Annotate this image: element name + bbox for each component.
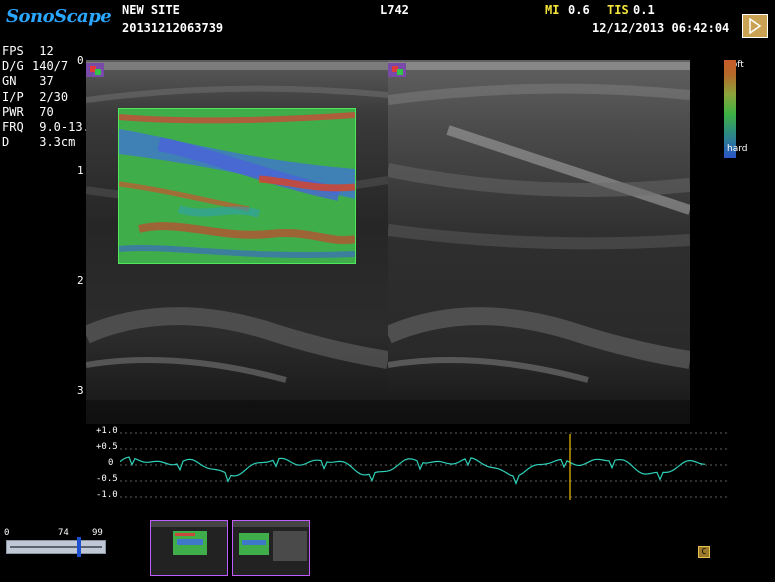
slider-max-label: 99 — [92, 528, 103, 538]
play-right-icon[interactable] — [742, 14, 768, 38]
param-value: 12 — [32, 44, 54, 58]
param-key: D/G — [2, 59, 24, 74]
param-row-ip: I/P 2/30 — [2, 90, 97, 105]
thumbnail-1[interactable] — [150, 520, 228, 576]
brand-logo: SonoScape — [6, 6, 112, 27]
param-value: 70 — [32, 104, 54, 119]
cine-slider-handle[interactable] — [76, 537, 81, 557]
cine-slider-track[interactable] — [6, 540, 106, 554]
param-value: 140/7 — [32, 59, 69, 74]
probe-orientation-icon — [388, 62, 406, 77]
slider-min-label: 0 — [4, 528, 10, 538]
graph-y-label: +0.5 — [96, 442, 118, 452]
depth-label-0: 0 — [77, 54, 84, 67]
probe-name: L742 — [380, 3, 409, 17]
cine-slider-rail — [10, 546, 102, 548]
depth-label-3: 3 — [77, 384, 84, 397]
elastography-roi-box[interactable] — [118, 108, 356, 264]
param-key: FPS — [2, 44, 24, 58]
bmode-pane[interactable] — [388, 60, 690, 424]
tis-label: TIS — [607, 3, 629, 17]
graph-y-label: 0 — [108, 458, 114, 468]
param-key: PWR — [2, 104, 24, 119]
site-name: NEW SITE — [122, 3, 180, 17]
graph-y-label: -1.0 — [96, 490, 118, 500]
param-value: 37 — [32, 74, 54, 89]
param-value: 2/30 — [32, 89, 69, 104]
graph-y-label: -0.5 — [96, 474, 118, 484]
strain-graph — [119, 428, 730, 500]
header-bar: SonoScape NEW SITE 20131212063739 L742 M… — [0, 0, 775, 38]
depth-label-2: 2 — [77, 274, 84, 287]
param-key: GN — [2, 74, 17, 89]
mi-value: 0.6 — [568, 3, 590, 17]
param-key: FRQ — [2, 120, 24, 135]
exam-id: 20131212063739 — [122, 21, 224, 35]
tis-value: 0.1 — [633, 3, 655, 17]
clip-icon[interactable]: C — [698, 546, 710, 558]
param-row-d: D 3.3cm — [2, 135, 97, 150]
probe-orientation-icon — [86, 62, 104, 77]
param-row-frq: FRQ 9.0-13.3 — [2, 120, 97, 135]
param-row-gn: GN 37 — [2, 74, 97, 89]
slider-mid-label: 74 — [58, 528, 69, 538]
depth-label-1: 1 — [77, 164, 84, 177]
thumbnail-2[interactable] — [232, 520, 310, 576]
graph-y-label: +1.0 — [96, 426, 118, 436]
colorbar-hard-label: hard — [727, 144, 748, 154]
param-value: 3.3cm — [32, 135, 76, 150]
datetime: 12/12/2013 06:42:04 — [592, 21, 730, 35]
mi-label: MI — [545, 3, 560, 17]
strain-line — [119, 456, 706, 486]
param-key: I/P — [2, 89, 24, 104]
param-key: D — [2, 135, 10, 150]
param-row-pwr: PWR 70 — [2, 105, 97, 120]
